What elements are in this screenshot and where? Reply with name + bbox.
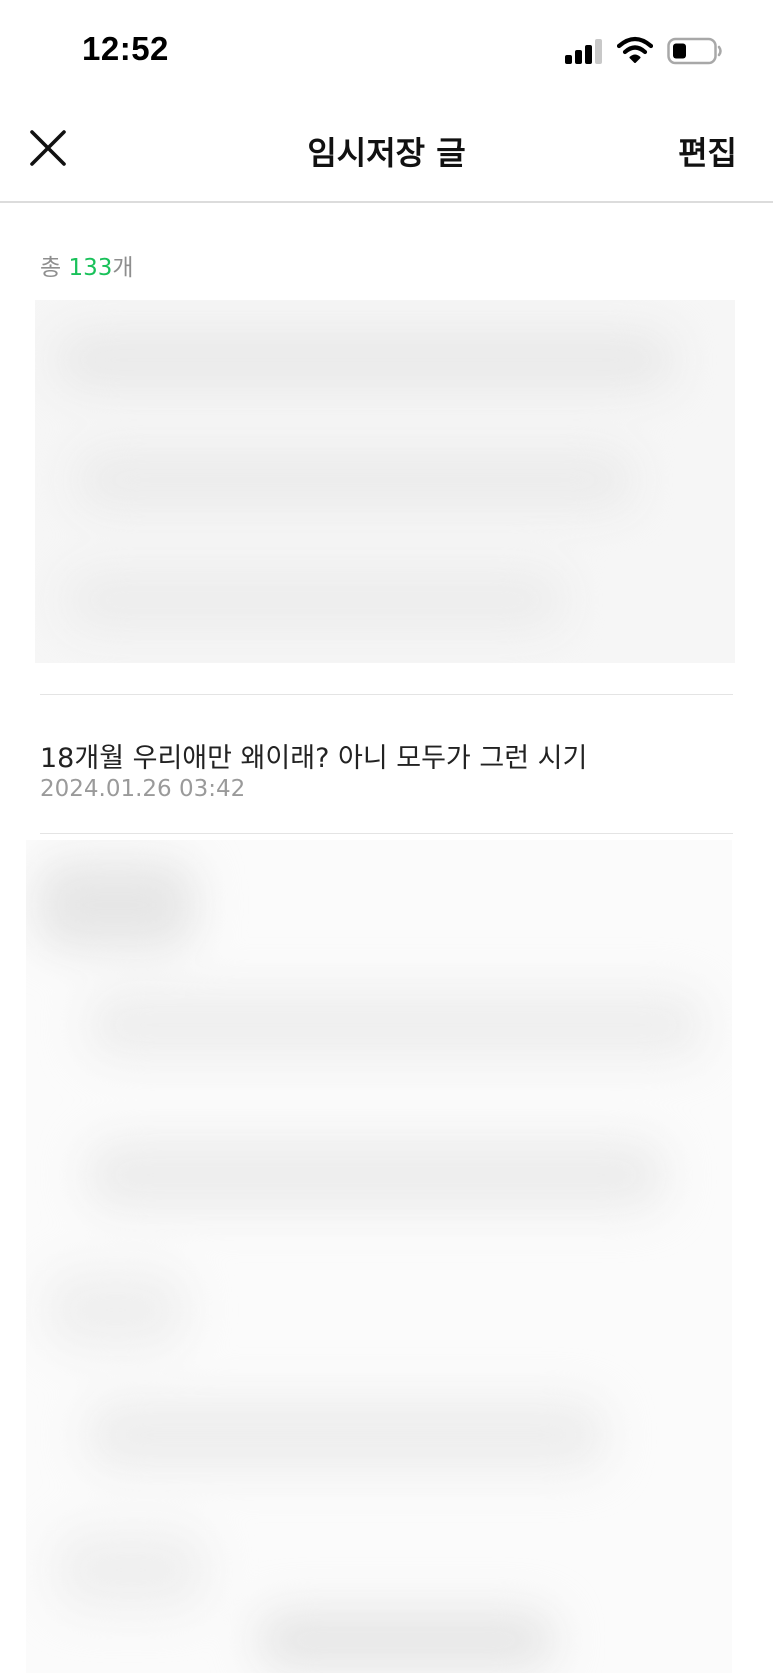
- draft-date: 2024.01.26 03:42: [40, 776, 246, 802]
- wifi-icon: [617, 36, 653, 63]
- blurred-draft-list[interactable]: [26, 840, 732, 1673]
- divider: [40, 833, 733, 834]
- divider: [40, 694, 733, 695]
- draft-title: 18개월 우리애만 왜이래? 아니 모두가 그런 시기: [40, 743, 588, 774]
- total-count: 총 133개: [40, 248, 134, 282]
- total-count-number: 133: [68, 255, 113, 281]
- status-bar: 12:52: [0, 0, 773, 100]
- status-time: 12:52: [82, 30, 169, 67]
- nav-bar: 임시저장 글 편집: [0, 100, 773, 203]
- draft-list-item[interactable]: 18개월 우리애만 왜이래? 아니 모두가 그런 시기 2024.01.26 0…: [0, 696, 773, 834]
- page-title: 임시저장 글: [307, 134, 466, 172]
- total-count-prefix: 총: [40, 255, 69, 281]
- signal-icon: [565, 38, 605, 64]
- blurred-draft-item[interactable]: [35, 300, 735, 663]
- draft-list-screen: 12:52 임시저장 글 편집 총 133개 18개월 우리애만 왜이래? 아니…: [0, 0, 773, 1673]
- edit-button[interactable]: 편집: [678, 128, 737, 174]
- total-count-suffix: 개: [112, 255, 134, 281]
- battery-icon: [667, 37, 722, 65]
